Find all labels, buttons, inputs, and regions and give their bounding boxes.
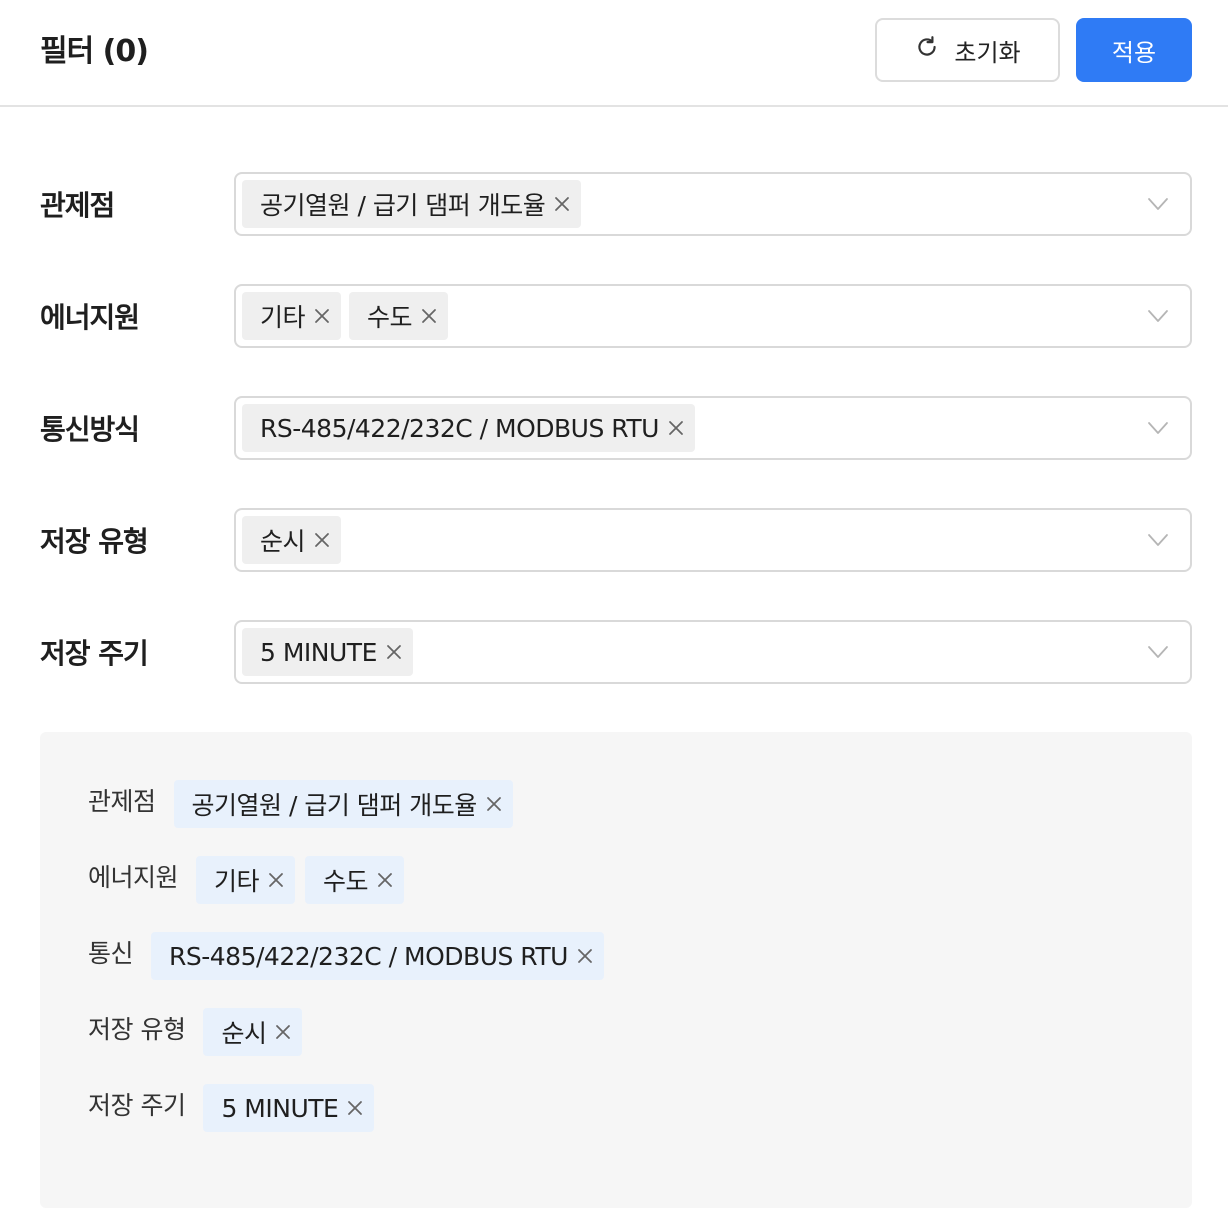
summary-label: 저장 주기 — [88, 1091, 186, 1120]
close-icon[interactable] — [665, 417, 687, 439]
summary-tag: 기타 — [196, 856, 296, 904]
apply-button[interactable]: 적용 — [1076, 18, 1192, 82]
tag-label: 기타 — [214, 867, 260, 896]
reset-button-label: 초기화 — [954, 38, 1021, 67]
storage-interval-select[interactable]: 5 MINUTE — [234, 620, 1192, 684]
filter-label: 에너지원 — [40, 301, 140, 334]
summary-label: 에너지원 — [88, 863, 179, 892]
chevron-down-icon[interactable] — [1146, 192, 1170, 216]
summary-label: 관제점 — [88, 787, 156, 816]
tag-label: 공기열원 / 급기 댐퍼 개도율 — [260, 191, 546, 220]
tag-label: 수도 — [323, 867, 369, 896]
selected-tag: 기타 — [242, 292, 342, 340]
summary-label: 저장 유형 — [88, 1015, 186, 1044]
chevron-down-icon[interactable] — [1146, 416, 1170, 440]
selected-filters-summary: 관제점 공기열원 / 급기 댐퍼 개도율 에너지원 기타 수도 통신 RS-48… — [40, 732, 1192, 1208]
energy-source-select[interactable]: 기타 수도 — [234, 284, 1192, 348]
filter-label: 관제점 — [40, 189, 115, 222]
tag-label: 5 MINUTE — [260, 637, 377, 667]
summary-tag: 공기열원 / 급기 댐퍼 개도율 — [173, 780, 513, 828]
close-icon[interactable] — [418, 305, 440, 327]
selected-tag: 순시 — [242, 516, 342, 564]
communication-select[interactable]: RS-485/422/232C / MODBUS RTU — [234, 396, 1192, 460]
chevron-down-icon[interactable] — [1146, 304, 1170, 328]
summary-row-storage-interval: 저장 주기 5 MINUTE — [88, 1084, 375, 1132]
selected-tag: RS-485/422/232C / MODBUS RTU — [242, 404, 695, 452]
close-icon[interactable] — [344, 1097, 366, 1119]
summary-tag: 5 MINUTE — [203, 1084, 375, 1132]
close-icon[interactable] — [483, 793, 505, 815]
page-title: 필터 (0) — [40, 34, 149, 69]
close-icon[interactable] — [272, 1021, 294, 1043]
chevron-down-icon[interactable] — [1146, 640, 1170, 664]
tag-label: RS-485/422/232C / MODBUS RTU — [169, 941, 568, 971]
tag-label: 기타 — [260, 303, 306, 332]
close-icon[interactable] — [374, 869, 396, 891]
close-icon[interactable] — [551, 193, 573, 215]
tag-label: 순시 — [260, 527, 306, 556]
summary-tag: 순시 — [203, 1008, 303, 1056]
tag-label: 순시 — [221, 1019, 267, 1048]
selected-tag: 공기열원 / 급기 댐퍼 개도율 — [242, 180, 582, 228]
filter-row-storage-interval: 저장 주기 5 MINUTE — [0, 620, 1228, 684]
apply-button-label: 적용 — [1111, 38, 1157, 67]
summary-tag: 수도 — [305, 856, 405, 904]
filter-row-energy-source: 에너지원 기타 수도 — [0, 284, 1228, 348]
tag-label: 5 MINUTE — [221, 1093, 339, 1123]
refresh-icon — [914, 34, 940, 66]
close-icon[interactable] — [383, 641, 405, 663]
summary-tag: RS-485/422/232C / MODBUS RTU — [151, 932, 604, 980]
control-point-select[interactable]: 공기열원 / 급기 댐퍼 개도율 — [234, 172, 1192, 236]
reset-button[interactable]: 초기화 — [875, 18, 1060, 82]
close-icon[interactable] — [311, 529, 333, 551]
tag-label: 수도 — [367, 303, 413, 332]
summary-row-storage-type: 저장 유형 순시 — [88, 1008, 303, 1056]
filter-row-control-point: 관제점 공기열원 / 급기 댐퍼 개도율 — [0, 172, 1228, 236]
filter-row-storage-type: 저장 유형 순시 — [0, 508, 1228, 572]
close-icon[interactable] — [311, 305, 333, 327]
tag-label: 공기열원 / 급기 댐퍼 개도율 — [191, 791, 478, 820]
filter-row-communication: 통신방식 RS-485/422/232C / MODBUS RTU — [0, 396, 1228, 460]
filter-header: 필터 (0) 초기화 적용 — [0, 0, 1228, 107]
filter-label: 통신방식 — [40, 413, 140, 446]
summary-row-communication: 통신 RS-485/422/232C / MODBUS RTU — [88, 932, 604, 980]
selected-tag: 5 MINUTE — [242, 628, 413, 676]
selected-tag: 수도 — [349, 292, 449, 340]
storage-type-select[interactable]: 순시 — [234, 508, 1192, 572]
summary-label: 통신 — [88, 939, 134, 968]
tag-label: RS-485/422/232C / MODBUS RTU — [260, 413, 659, 443]
filter-label: 저장 유형 — [40, 525, 149, 558]
close-icon[interactable] — [574, 945, 596, 967]
chevron-down-icon[interactable] — [1146, 528, 1170, 552]
filter-label: 저장 주기 — [40, 637, 149, 670]
close-icon[interactable] — [265, 869, 287, 891]
summary-row-control-point: 관제점 공기열원 / 급기 댐퍼 개도율 — [88, 780, 513, 828]
summary-row-energy-source: 에너지원 기타 수도 — [88, 856, 405, 904]
